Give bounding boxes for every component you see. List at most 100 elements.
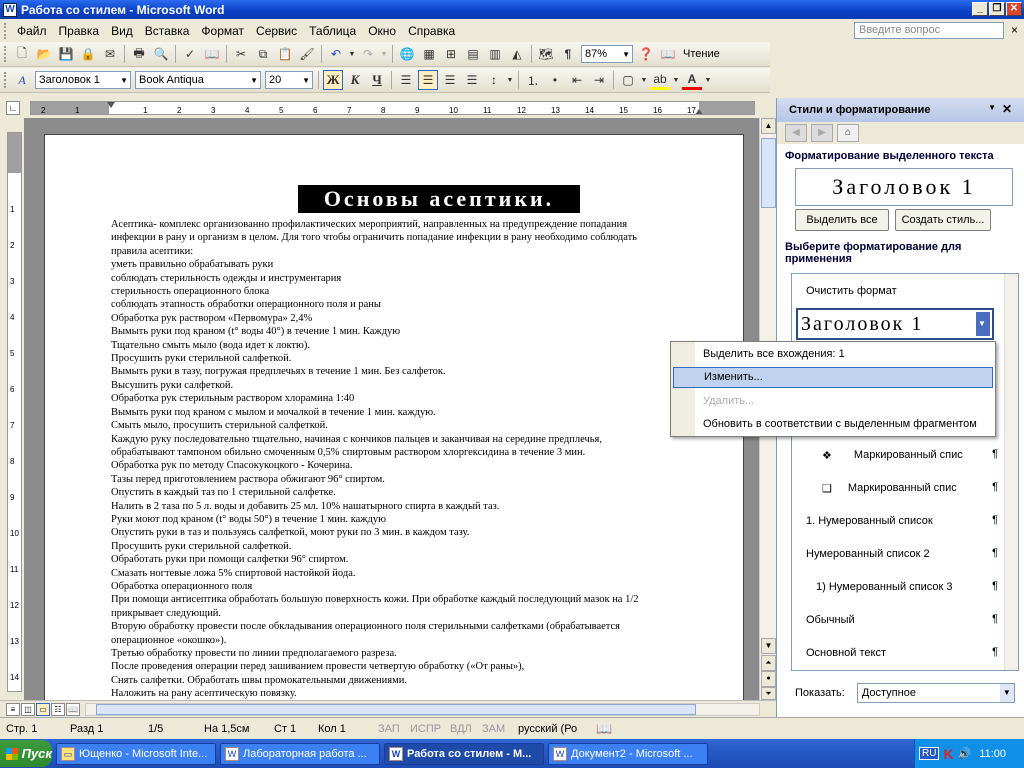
hyperlink-icon[interactable]: 🌐 bbox=[397, 44, 417, 64]
volume-icon[interactable]: 🔊 bbox=[958, 747, 972, 760]
language-indicator[interactable]: RU bbox=[919, 747, 940, 760]
document-line[interactable]: Тазы перед приготовлением раствора обжиг… bbox=[111, 473, 711, 486]
outline-view-icon[interactable]: ☷ bbox=[51, 703, 65, 716]
borders-dropdown-icon[interactable]: ▼ bbox=[640, 70, 648, 90]
highlight-icon[interactable]: ab bbox=[650, 70, 670, 90]
document-line[interactable]: Обработка рук стерильным раствором хлора… bbox=[111, 392, 711, 405]
document-line[interactable]: Асептика- комплекс организованно профила… bbox=[111, 218, 711, 231]
bold-button[interactable]: Ж bbox=[323, 70, 343, 90]
document-line[interactable]: соблюдать этапность обработки операционн… bbox=[111, 298, 711, 311]
new-document-icon[interactable]: 🗋 bbox=[12, 44, 32, 64]
font-select[interactable]: Book Antiqua ▼ bbox=[135, 71, 261, 89]
document-line[interactable]: Обработка рук раствором «Первомура» 2,4% bbox=[111, 312, 711, 325]
chevron-down-icon[interactable]: ▼ bbox=[976, 312, 990, 336]
align-center-icon[interactable]: ☰ bbox=[418, 70, 438, 90]
menu-modify[interactable]: Изменить... bbox=[673, 367, 993, 388]
line-spacing-icon[interactable]: ↕ bbox=[484, 70, 504, 90]
spelling-status-icon[interactable]: 📖 bbox=[590, 721, 618, 737]
open-icon[interactable]: 📂 bbox=[34, 44, 54, 64]
copy-icon[interactable]: ⧉ bbox=[253, 44, 273, 64]
style-item[interactable]: ❑ Маркированный спис ¶ bbox=[792, 473, 1002, 503]
menu-insert[interactable]: Вставка bbox=[139, 24, 196, 38]
highlight-dropdown-icon[interactable]: ▼ bbox=[672, 70, 680, 90]
close-icon[interactable]: ✕ bbox=[1002, 102, 1012, 116]
reading-layout-icon[interactable]: 📖 bbox=[658, 44, 678, 64]
show-hide-icon[interactable]: ¶ bbox=[558, 44, 578, 64]
toolbar-grip[interactable] bbox=[4, 22, 7, 39]
menu-select-all-instances[interactable]: Выделить все вхождения: 1 bbox=[673, 344, 993, 365]
document-line[interactable]: Обработка рук по методу Спасокукоцкого -… bbox=[111, 459, 711, 472]
selected-style-item[interactable]: Заголовок 1 ▼ bbox=[796, 308, 994, 340]
menu-format[interactable]: Формат bbox=[195, 24, 250, 38]
task-pane-menu-icon[interactable]: ▼ bbox=[988, 103, 996, 112]
spelling-icon[interactable]: ✓ bbox=[180, 44, 200, 64]
normal-view-icon[interactable]: ≡ bbox=[6, 703, 20, 716]
taskbar-item[interactable]: ▭ Ющенко - Microsoft Inte... bbox=[56, 742, 216, 765]
menu-file[interactable]: Файл bbox=[11, 24, 53, 38]
insert-table-icon[interactable]: ⊞ bbox=[441, 44, 461, 64]
close-document-icon[interactable]: × bbox=[1011, 23, 1018, 37]
scroll-down-icon[interactable]: ▼ bbox=[761, 638, 776, 654]
back-icon[interactable]: ◀ bbox=[785, 124, 807, 142]
scroll-up-icon[interactable]: ▲ bbox=[761, 118, 776, 134]
document-line[interactable]: Высушить руки салфеткой. bbox=[111, 379, 711, 392]
help-icon[interactable]: ❓ bbox=[636, 44, 656, 64]
permission-icon[interactable]: 🔒 bbox=[78, 44, 98, 64]
style-item[interactable]: Нумерованный список 2 ¶ bbox=[792, 539, 1002, 569]
font-size-select[interactable]: 20 ▼ bbox=[265, 71, 313, 89]
numbering-icon[interactable]: ⒈ bbox=[523, 70, 543, 90]
vertical-ruler[interactable]: 123456789101112131415 bbox=[7, 132, 22, 718]
email-icon[interactable]: ✉ bbox=[100, 44, 120, 64]
menu-update-to-match[interactable]: Обновить в соответствии с выделенным фра… bbox=[673, 414, 993, 435]
document-line[interactable]: Смазать ногтевые ложа 5% спиртовой насто… bbox=[111, 567, 711, 580]
scroll-thumb[interactable] bbox=[96, 704, 696, 715]
new-style-button[interactable]: Создать стиль... bbox=[895, 209, 991, 231]
toolbar-grip[interactable] bbox=[4, 46, 7, 62]
taskbar-item[interactable]: W Документ2 - Microsoft ... bbox=[548, 742, 708, 765]
columns-icon[interactable]: ▥ bbox=[485, 44, 505, 64]
toolbar-grip[interactable] bbox=[4, 72, 7, 88]
document-line[interactable]: Обработать руки при помощи салфетки 96° … bbox=[111, 553, 711, 566]
start-button[interactable]: Пуск bbox=[0, 740, 52, 767]
research-icon[interactable]: 📖 bbox=[202, 44, 222, 64]
document-line[interactable]: Просушить руки стерильной салфеткой. bbox=[111, 540, 711, 553]
document-line[interactable]: Опустить руки в таз и пользуясь салфетко… bbox=[111, 526, 711, 539]
justify-icon[interactable]: ☰ bbox=[462, 70, 482, 90]
document-line[interactable]: Опустить в каждый таз по 1 стерильной са… bbox=[111, 486, 711, 499]
document-line[interactable]: При помощи антисептика обработать большу… bbox=[111, 593, 711, 606]
tab-selector-icon[interactable]: ∟ bbox=[6, 101, 20, 115]
status-overtype[interactable]: ЗАМ bbox=[476, 723, 512, 735]
paste-icon[interactable]: 📋 bbox=[275, 44, 295, 64]
undo-dropdown-icon[interactable]: ▼ bbox=[348, 44, 356, 64]
status-language[interactable]: русский (Ро bbox=[512, 723, 590, 735]
status-extend[interactable]: ВДЛ bbox=[444, 723, 476, 735]
document-line[interactable]: Снять салфетки. Обработать швы промокате… bbox=[111, 674, 711, 687]
clear-format-item[interactable]: Очистить формат bbox=[792, 276, 1002, 306]
font-color-icon[interactable]: A bbox=[682, 70, 702, 90]
increase-indent-icon[interactable]: ⇥ bbox=[589, 70, 609, 90]
reading-view-icon[interactable]: 📖 bbox=[66, 703, 80, 716]
minimize-button[interactable]: _ bbox=[972, 2, 988, 16]
document-line[interactable]: Просушить руки стерильной салфеткой. bbox=[111, 352, 711, 365]
save-icon[interactable]: 💾 bbox=[56, 44, 76, 64]
status-record[interactable]: ЗАП bbox=[372, 723, 404, 735]
status-track-changes[interactable]: ИСПР bbox=[404, 723, 444, 735]
document-line[interactable]: Руки моют под краном (t° воды 50°) в теч… bbox=[111, 513, 711, 526]
menu-delete[interactable]: Удалить... bbox=[673, 391, 993, 412]
bullets-icon[interactable]: • bbox=[545, 70, 565, 90]
line-spacing-dropdown-icon[interactable]: ▼ bbox=[506, 70, 514, 90]
drawing-icon[interactable]: ◭ bbox=[507, 44, 527, 64]
forward-icon[interactable]: ▶ bbox=[811, 124, 833, 142]
document-page[interactable]: Основы асептики. Асептика- комплекс орга… bbox=[44, 134, 744, 700]
style-list-scrollbar[interactable] bbox=[1004, 274, 1018, 670]
menu-view[interactable]: Вид bbox=[105, 24, 139, 38]
document-line[interactable]: Налить в 2 таза по 5 л. воды и добавить … bbox=[111, 500, 711, 513]
redo-icon[interactable]: ↷ bbox=[358, 44, 378, 64]
document-line[interactable]: Вымыть руки под краном с мылом и мочалко… bbox=[111, 406, 711, 419]
clock[interactable]: 11:00 bbox=[979, 748, 1006, 760]
tables-borders-icon[interactable]: ▦ bbox=[419, 44, 439, 64]
document-line[interactable]: Смыть мыло, просушить стерильной салфетк… bbox=[111, 419, 711, 432]
document-line[interactable]: Тщательно смыть мыло (вода идет к локтю)… bbox=[111, 339, 711, 352]
document-line[interactable]: Вымыть руки под краном (t° воды 40°) в т… bbox=[111, 325, 711, 338]
previous-page-icon[interactable]: ⏶ bbox=[761, 655, 776, 671]
